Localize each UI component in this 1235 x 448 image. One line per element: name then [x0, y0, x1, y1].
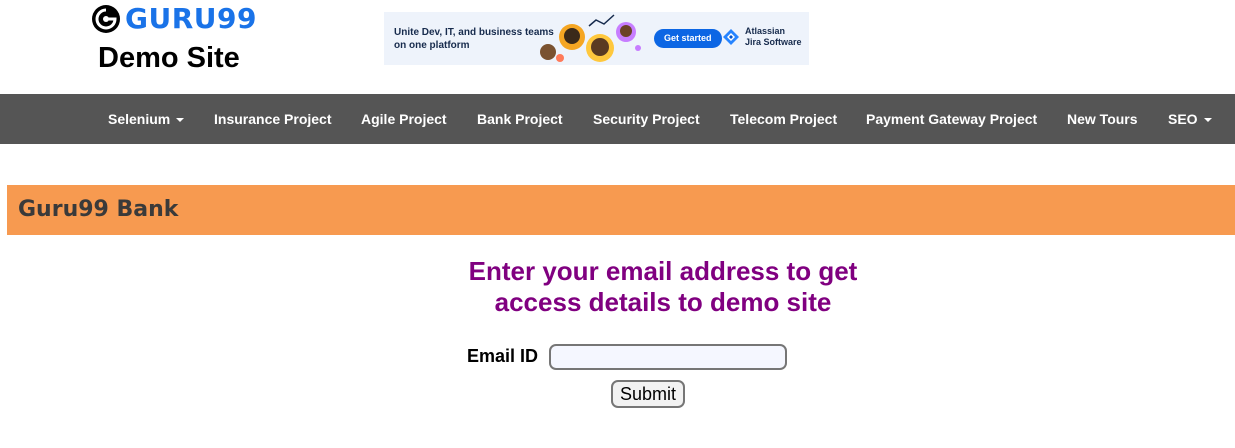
guru99-logo[interactable]: GURU99 [91, 2, 257, 35]
nav-item-label: SEO [1168, 111, 1198, 127]
nav-item-label: Agile Project [361, 111, 447, 127]
email-field[interactable] [549, 344, 787, 370]
site-title: Demo Site [98, 42, 240, 74]
nav-item-selenium[interactable]: Selenium [108, 94, 185, 144]
ad-brand: Atlassian Jira Software [722, 26, 802, 48]
nav-item-label: Bank Project [477, 111, 563, 127]
nav-item-label: Insurance Project [214, 111, 332, 127]
bank-title-bar: Guru99 Bank [7, 185, 1235, 235]
nav-item-seo[interactable]: SEO [1168, 94, 1212, 144]
nav-item-label: Security Project [593, 111, 700, 127]
nav-item-security-project[interactable]: Security Project [593, 94, 700, 144]
bank-title: Guru99 Bank [18, 197, 179, 222]
email-label: Email ID [467, 346, 539, 366]
form-heading-line2: access details to demo site [494, 287, 832, 317]
guru99-logo-icon [92, 4, 120, 33]
ad-brand-line1: Atlassian [745, 26, 786, 36]
nav-item-bank-project[interactable]: Bank Project [477, 94, 563, 144]
site-header: GURU99 Demo Site Unite Dev, IT, and busi… [0, 0, 1235, 94]
nav-item-label: Payment Gateway Project [866, 111, 1038, 127]
submit-button[interactable]: Submit [611, 380, 685, 408]
main-navbar: Selenium Insurance Project Agile Project… [0, 94, 1235, 144]
ad-illustration-icon [540, 14, 641, 62]
nav-item-label: New Tours [1067, 111, 1138, 127]
logo-text: GURU99 [125, 2, 257, 35]
caret-down-icon [176, 118, 185, 123]
caret-down-icon [1203, 118, 1212, 123]
form-heading: Enter your email address to get access d… [400, 256, 926, 318]
jira-icon [723, 29, 739, 45]
ad-headline: Unite Dev, IT, and business teams on one… [394, 27, 554, 51]
ad-brand-line2: Jira Software [745, 37, 802, 47]
ad-banner[interactable]: Unite Dev, IT, and business teams on one… [384, 12, 809, 65]
nav-item-payment-gateway-project[interactable]: Payment Gateway Project [866, 94, 1037, 144]
nav-item-label: Selenium [108, 111, 171, 127]
nav-item-insurance-project[interactable]: Insurance Project [214, 94, 332, 144]
ad-get-started-button[interactable]: Get started [654, 29, 722, 48]
nav-item-new-tours[interactable]: New Tours [1067, 94, 1138, 144]
nav-item-agile-project[interactable]: Agile Project [361, 94, 447, 144]
form-heading-line1: Enter your email address to get [468, 256, 858, 286]
nav-item-telecom-project[interactable]: Telecom Project [730, 94, 837, 144]
nav-item-label: Telecom Project [730, 111, 838, 127]
